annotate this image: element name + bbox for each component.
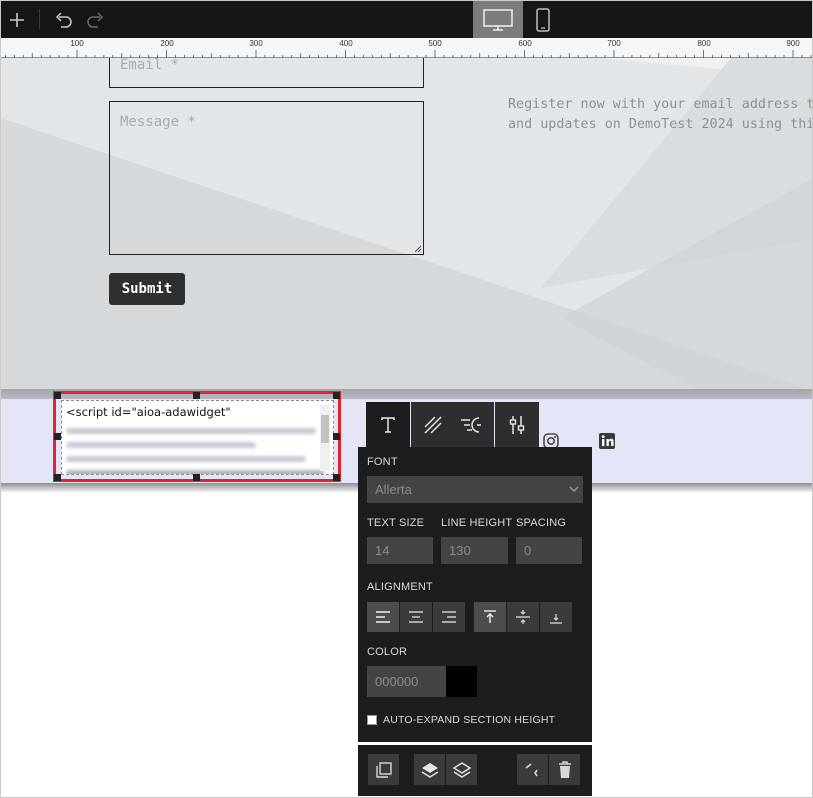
- bring-forward-button[interactable]: [414, 754, 445, 785]
- email-field[interactable]: Email *: [109, 58, 424, 88]
- link-button[interactable]: [517, 754, 548, 785]
- link-icon: [525, 762, 538, 776]
- embed-code-box[interactable]: <script id="aioa-adawidget": [61, 400, 334, 475]
- spacing-input[interactable]: 0: [516, 537, 582, 564]
- ruler-label: 500: [428, 39, 442, 48]
- delete-button[interactable]: [549, 754, 580, 785]
- resize-handle[interactable]: [193, 392, 200, 399]
- settings-icon: [509, 416, 525, 434]
- ruler-ticks: [5, 50, 812, 58]
- ruler-label: 900: [786, 39, 800, 48]
- register-line-2: and updates on DemoTest 2024 using thi: [508, 117, 813, 132]
- monitor-icon: [483, 8, 513, 31]
- align-right-button[interactable]: [433, 602, 465, 632]
- blurred-code-line: [66, 428, 316, 434]
- layer-down-icon: [452, 761, 471, 778]
- tab-settings[interactable]: [495, 402, 539, 448]
- chevron-down-icon: [569, 486, 579, 492]
- resize-handle[interactable]: [54, 433, 61, 440]
- alignment-label: ALIGNMENT: [367, 581, 433, 593]
- layer-up-icon: [421, 762, 438, 778]
- undo-icon: [55, 11, 72, 28]
- redo-icon: [87, 11, 104, 28]
- add-element-button[interactable]: [5, 1, 29, 38]
- mobile-view-button[interactable]: [531, 1, 555, 38]
- animation-icon: [461, 417, 481, 433]
- font-select[interactable]: Allerta: [367, 476, 583, 503]
- duplicate-icon: [375, 761, 392, 778]
- color-hex-input[interactable]: 000000: [367, 666, 446, 697]
- ruler-label: 100: [70, 39, 84, 48]
- top-toolbar: [1, 1, 812, 38]
- send-backward-button[interactable]: [446, 754, 477, 785]
- align-right-icon: [442, 611, 456, 623]
- resize-grip-icon[interactable]: [414, 245, 422, 253]
- align-center-icon: [409, 611, 423, 623]
- scrollbar-thumb[interactable]: [321, 415, 329, 443]
- message-field[interactable]: Message *: [109, 101, 424, 255]
- embed-code-element[interactable]: <script id="aioa-adawidget": [53, 391, 341, 482]
- align-center-button[interactable]: [400, 602, 432, 632]
- undo-button[interactable]: [52, 1, 76, 38]
- trash-icon: [558, 760, 571, 778]
- linkedin-icon[interactable]: [598, 432, 616, 450]
- desktop-view-button[interactable]: [473, 1, 523, 38]
- horizontal-ruler: 100 200 300 400 500 600 700 800 900: [1, 38, 812, 58]
- font-label: FONT: [367, 456, 398, 468]
- ruler-label: 700: [607, 39, 621, 48]
- color-label: COLOR: [367, 646, 408, 658]
- plus-icon: [10, 12, 24, 27]
- register-text: Register now with your email address t a…: [508, 95, 813, 135]
- tab-animation[interactable]: [450, 402, 494, 448]
- tab-style[interactable]: [411, 402, 455, 448]
- align-top-icon: [484, 610, 496, 623]
- resize-handle[interactable]: [333, 392, 340, 399]
- tab-text[interactable]: [366, 402, 410, 448]
- toolbar-divider: [39, 9, 40, 29]
- blurred-code-line: [66, 456, 306, 462]
- line-height-input[interactable]: 130: [441, 537, 508, 564]
- phone-icon: [536, 7, 550, 32]
- color-swatch[interactable]: [446, 666, 477, 697]
- message-placeholder: Message *: [120, 114, 196, 130]
- submit-button[interactable]: Submit: [109, 273, 185, 305]
- text-size-input[interactable]: 14: [367, 537, 433, 564]
- text-size-label: TEXT SIZE: [367, 517, 425, 529]
- element-actions-bar: [358, 745, 592, 796]
- resize-handle[interactable]: [54, 392, 61, 399]
- ruler-label: 300: [249, 39, 263, 48]
- resize-handle[interactable]: [333, 474, 340, 481]
- spacing-label: SPACING: [516, 517, 567, 529]
- ruler-label: 400: [339, 39, 353, 48]
- register-line-1: Register now with your email address t: [508, 97, 813, 112]
- auto-expand-checkbox[interactable]: [367, 715, 377, 725]
- duplicate-button[interactable]: [368, 754, 399, 785]
- align-middle-button[interactable]: [507, 602, 539, 632]
- align-bottom-button[interactable]: [540, 602, 572, 632]
- style-icon: [424, 416, 442, 434]
- editor-window: 100 200 300 400 500 600 700 800 900 Emai…: [0, 0, 813, 798]
- ruler-label: 600: [518, 39, 532, 48]
- text-icon: [381, 417, 395, 433]
- contact-section[interactable]: Email * Message * Submit Register now wi…: [1, 58, 813, 391]
- resize-handle[interactable]: [333, 433, 340, 440]
- align-bottom-icon: [550, 614, 562, 624]
- blurred-code-line: [66, 442, 256, 448]
- ruler-label: 800: [697, 39, 711, 48]
- ruler-label: 200: [160, 39, 174, 48]
- align-left-button[interactable]: [367, 602, 399, 632]
- redo-button[interactable]: [83, 1, 107, 38]
- embed-code-text: <script id="aioa-adawidget": [66, 405, 231, 419]
- align-middle-icon: [516, 610, 530, 624]
- align-top-button[interactable]: [474, 602, 506, 632]
- auto-expand-label: AUTO-EXPAND SECTION HEIGHT: [383, 714, 556, 726]
- font-value: Allerta: [375, 482, 412, 497]
- align-left-icon: [376, 611, 390, 623]
- resize-handle[interactable]: [193, 474, 200, 481]
- resize-handle[interactable]: [54, 474, 61, 481]
- line-height-label: LINE HEIGHT: [441, 517, 513, 529]
- email-placeholder: Email *: [120, 58, 180, 73]
- scrollbar[interactable]: [320, 405, 330, 471]
- text-properties-panel: FONT Allerta TEXT SIZE LINE HEIGHT SPACI…: [358, 447, 592, 742]
